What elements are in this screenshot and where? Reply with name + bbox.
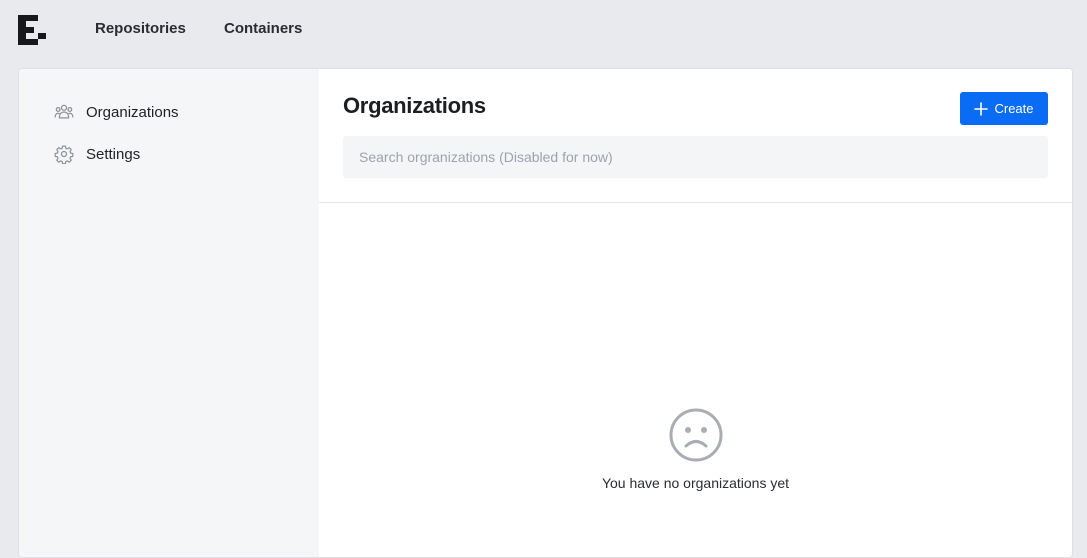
sidebar-item-settings[interactable]: Settings [54, 142, 140, 166]
sidebar: Organizations Settings [19, 69, 319, 557]
page-title: Organizations [343, 93, 486, 118]
empty-state: You have no organizations yet [319, 407, 1072, 491]
empty-state-message: You have no organizations yet [601, 475, 790, 491]
create-button-label: Create [994, 101, 1034, 116]
gear-icon [54, 144, 74, 164]
sidebar-item-label: Settings [86, 145, 141, 163]
nav-containers[interactable]: Containers [224, 20, 302, 38]
page-header: Organizations Create [319, 69, 1072, 203]
content-panel: Organizations Settings Organizations Cre… [18, 68, 1073, 558]
sad-face-icon [668, 407, 724, 463]
users-icon [54, 102, 74, 122]
top-bar: Repositories Containers [0, 0, 1087, 58]
search-input[interactable] [343, 136, 1048, 178]
logo-icon[interactable] [18, 15, 48, 45]
sidebar-item-organizations[interactable]: Organizations [54, 100, 179, 124]
nav-repositories[interactable]: Repositories [95, 20, 186, 38]
sidebar-item-label: Organizations [86, 103, 179, 121]
plus-icon [974, 101, 989, 116]
create-button[interactable]: Create [960, 92, 1048, 125]
main-content: Organizations Create Search orgranizatio… [319, 69, 1072, 557]
